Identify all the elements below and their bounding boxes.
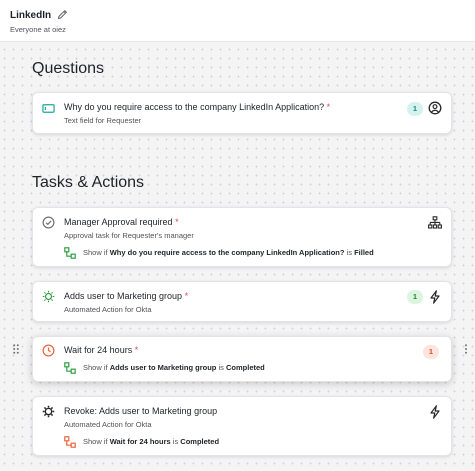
required-marker: *	[326, 102, 331, 112]
org-chart-icon[interactable]	[428, 216, 442, 230]
task-condition: Show if Wait for 24 hours is Completed	[64, 435, 219, 448]
question-title: Why do you require access to the company…	[64, 102, 330, 112]
task-subtitle: Approval task for Requester's manager	[64, 231, 194, 240]
task-condition: Show if Adds user to Marketing group is …	[64, 361, 265, 374]
count-badge: 1	[423, 345, 439, 359]
condition-value: Completed	[226, 363, 265, 372]
condition-branch-icon	[64, 361, 76, 374]
task-title-text: Adds user to Marketing group	[64, 291, 183, 301]
app-subtitle: Everyone at oiez	[10, 25, 66, 34]
question-title-text: Why do you require access to the company…	[64, 102, 325, 112]
pencil-icon[interactable]	[56, 8, 69, 21]
count-badge: 1	[407, 102, 423, 116]
task-title: Wait for 24 hours *	[64, 345, 138, 355]
condition-field: Wait for 24 hours	[109, 437, 171, 446]
condition-text: Show if Wait for 24 hours is Completed	[83, 437, 219, 446]
task-card-revoke[interactable]: Revoke: Adds user to Marketing group Aut…	[32, 396, 452, 456]
task-title: Revoke: Adds user to Marketing group	[64, 406, 218, 416]
task-title-text: Wait for 24 hours	[64, 345, 133, 355]
drag-handle-icon[interactable]	[463, 344, 469, 354]
condition-field: Why do you require access to the company…	[109, 248, 345, 257]
clock-icon	[42, 344, 55, 357]
question-card[interactable]: Why do you require access to the company…	[32, 92, 452, 134]
question-subtitle: Text field for Requester	[64, 116, 142, 125]
condition-show-if: Show if	[83, 363, 108, 372]
condition-show-if: Show if	[83, 437, 108, 446]
app-title: LinkedIn	[10, 10, 52, 21]
condition-branch-icon	[64, 435, 76, 448]
tasks-heading: Tasks & Actions	[32, 174, 145, 191]
condition-field: Adds user to Marketing group	[109, 363, 217, 372]
task-card-add-user[interactable]: Adds user to Marketing group * Automated…	[32, 281, 452, 322]
condition-branch-icon	[64, 246, 76, 259]
task-card-wait[interactable]: Wait for 24 hours * Show if Adds user to…	[32, 336, 452, 382]
task-title-text: Manager Approval required	[64, 217, 173, 227]
text-field-icon	[42, 104, 55, 113]
count-badge: 1	[407, 290, 423, 304]
condition-value: Filled	[354, 248, 374, 257]
task-subtitle: Automated Action for Okta	[64, 420, 152, 429]
task-title: Manager Approval required *	[64, 217, 179, 227]
required-marker: *	[134, 345, 139, 355]
task-condition: Show if Why do you require access to the…	[64, 246, 374, 259]
okta-gear-icon	[42, 405, 55, 418]
header-bar: LinkedIn Everyone at oiez	[0, 0, 475, 42]
drag-handle-icon[interactable]	[13, 344, 19, 354]
condition-is: is	[172, 437, 179, 446]
questions-heading: Questions	[32, 60, 105, 77]
condition-is: is	[346, 248, 352, 257]
user-circle-icon[interactable]	[428, 101, 442, 115]
lightning-icon[interactable]	[428, 405, 442, 419]
condition-text: Show if Adds user to Marketing group is …	[83, 363, 265, 372]
condition-is: is	[218, 363, 224, 372]
task-card-manager-approval[interactable]: Manager Approval required * Approval tas…	[32, 207, 452, 267]
lightning-icon[interactable]	[428, 290, 442, 304]
condition-value: Completed	[180, 437, 220, 446]
condition-show-if: Show if	[83, 248, 108, 257]
condition-text: Show if Why do you require access to the…	[83, 248, 374, 257]
required-marker: *	[184, 291, 189, 301]
okta-sun-icon	[42, 290, 55, 303]
required-marker: *	[175, 217, 179, 227]
task-subtitle: Automated Action for Okta	[64, 305, 152, 314]
task-title: Adds user to Marketing group *	[64, 291, 188, 301]
check-circle-icon	[42, 216, 55, 229]
